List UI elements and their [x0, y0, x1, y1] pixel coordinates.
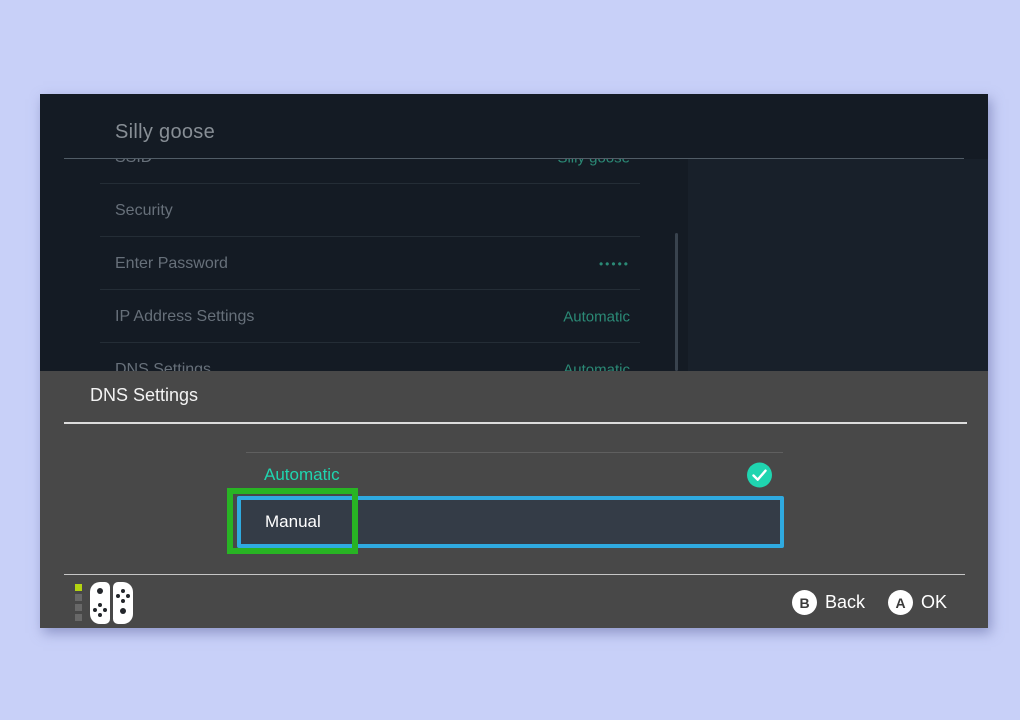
settings-row-ip-address: IP Address Settings Automatic: [40, 290, 688, 343]
row-value: Automatic: [563, 361, 630, 371]
row-value: Automatic: [563, 308, 630, 325]
settings-row-ssid: SSID Silly goose: [40, 159, 688, 184]
switch-screenshot: Silly goose SSID Silly goose Security En…: [40, 94, 988, 628]
scrollbar[interactable]: [675, 233, 678, 371]
a-button-icon: A: [888, 590, 913, 615]
settings-row-security: Security: [40, 184, 688, 237]
modal-title-divider: [64, 422, 967, 424]
option-automatic-label: Automatic: [264, 465, 340, 485]
joycon-left-icon: [90, 582, 110, 624]
detail-pane: [688, 159, 988, 371]
player-led-2: [75, 594, 82, 601]
b-button-icon: B: [792, 590, 817, 615]
row-label: SSID: [115, 159, 152, 167]
player-indicator: [75, 584, 82, 622]
player-led-4: [75, 614, 82, 621]
row-label: Enter Password: [115, 255, 228, 273]
settings-row-password: Enter Password •••••: [40, 237, 688, 290]
row-value: Silly goose: [557, 159, 630, 166]
player-led-1: [75, 584, 82, 591]
back-label: Back: [825, 592, 865, 613]
page-title: Silly goose: [115, 121, 215, 144]
back-button[interactable]: B Back: [792, 590, 865, 615]
row-label: Security: [115, 202, 173, 220]
password-dots: •••••: [599, 257, 630, 271]
settings-list: SSID Silly goose Security Enter Password…: [40, 159, 688, 371]
row-label: IP Address Settings: [115, 308, 254, 326]
annotation-rectangle: [227, 488, 358, 554]
settings-row-dns: DNS Settings Automatic: [40, 343, 688, 371]
modal-title: DNS Settings: [90, 385, 198, 406]
footer-bar: B Back A OK: [40, 575, 988, 628]
player-led-3: [75, 604, 82, 611]
ok-button[interactable]: A OK: [888, 590, 947, 615]
dns-settings-modal: DNS Settings Automatic Manual: [40, 371, 988, 628]
row-label: DNS Settings: [115, 361, 211, 372]
ok-label: OK: [921, 592, 947, 613]
check-icon: [747, 462, 772, 487]
joycon-right-icon: [113, 582, 133, 624]
